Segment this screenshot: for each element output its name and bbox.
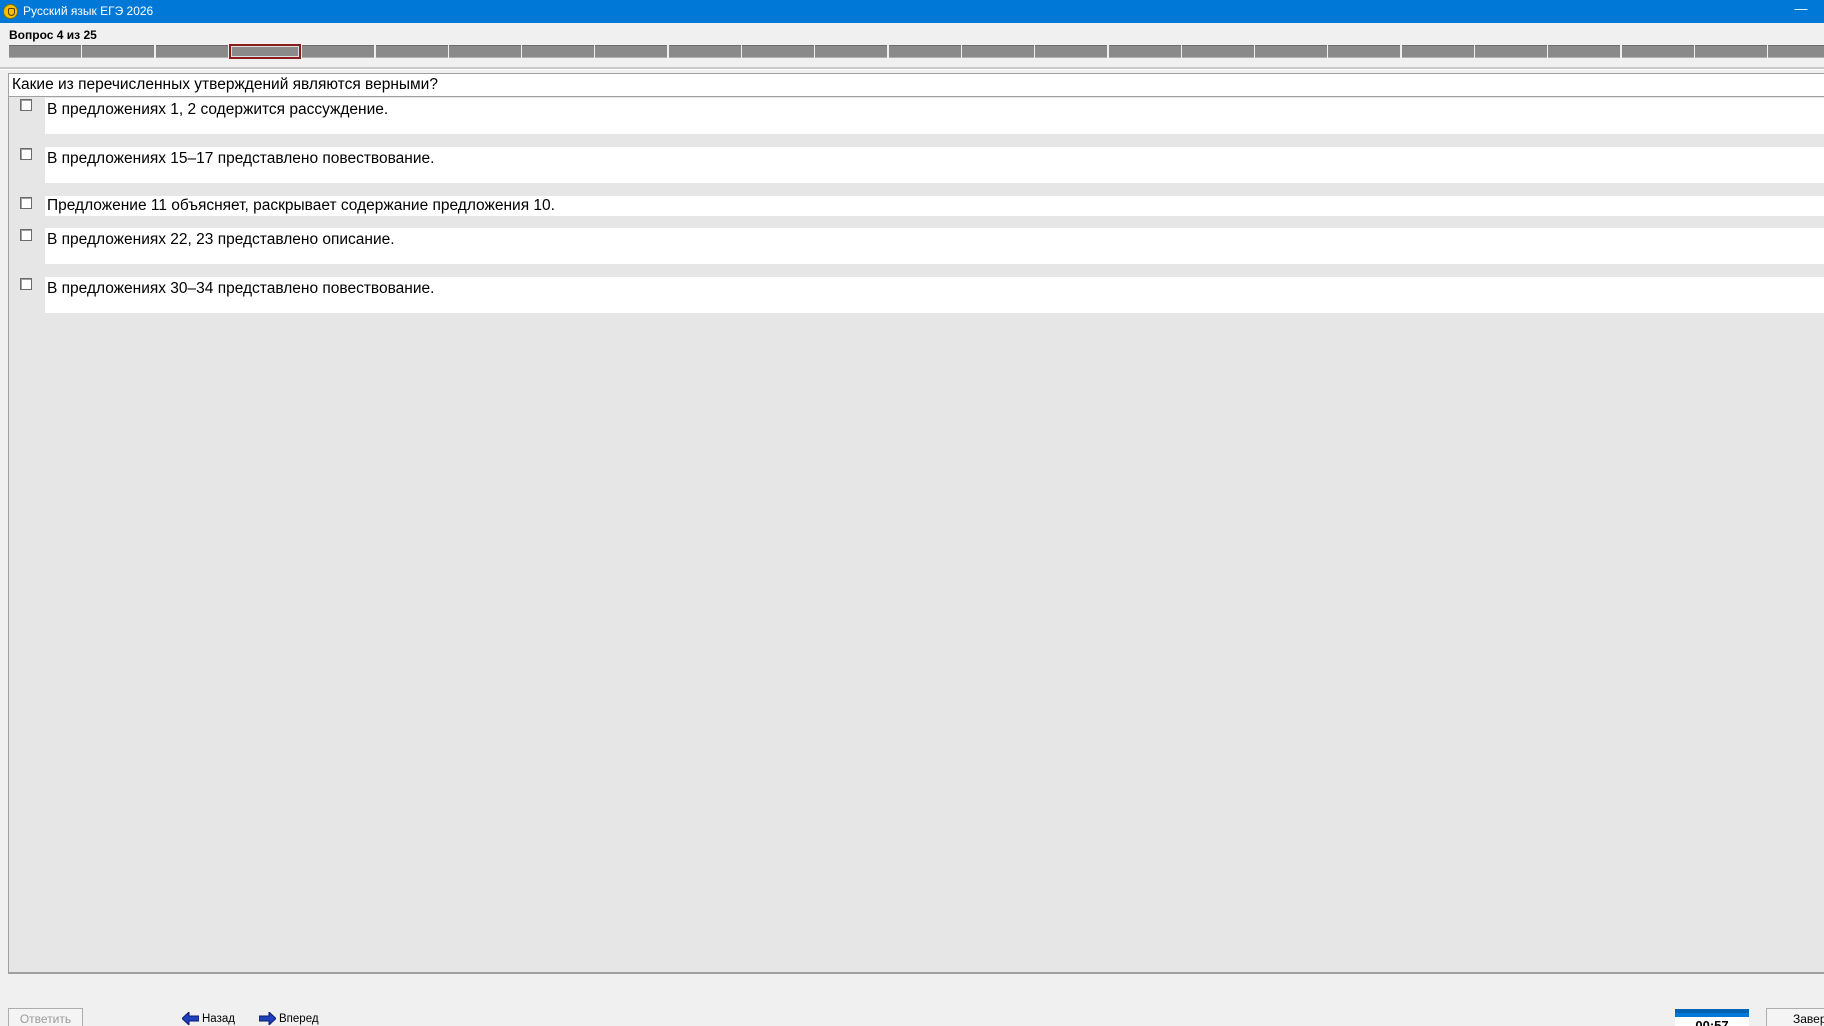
option-item[interactable]: Предложение 11 объясняет, раскрывает сод… bbox=[45, 196, 1824, 216]
forward-button[interactable]: Вперед bbox=[259, 1012, 319, 1026]
question-text: Какие из перечисленных утверждений являю… bbox=[9, 74, 1824, 97]
option-checkbox[interactable] bbox=[20, 99, 32, 111]
back-button[interactable]: Назад bbox=[182, 1012, 235, 1026]
option-item[interactable]: В предложениях 22, 23 представлено описа… bbox=[45, 228, 1824, 264]
question-nav-segment-19[interactable] bbox=[1328, 45, 1401, 58]
question-nav-segment-17[interactable] bbox=[1181, 45, 1254, 58]
question-nav-segment-18[interactable] bbox=[1255, 45, 1328, 58]
question-nav-segment-5[interactable] bbox=[302, 45, 375, 58]
title-bar: Русский язык ЕГЭ 2026 — bbox=[0, 0, 1824, 23]
back-label: Назад bbox=[202, 1013, 235, 1025]
minimize-button[interactable]: — bbox=[1778, 0, 1824, 23]
option-item[interactable]: В предложениях 30–34 представлено повест… bbox=[45, 277, 1824, 313]
option-label: Предложение 11 объясняет, раскрывает сод… bbox=[47, 197, 555, 214]
window-title: Русский язык ЕГЭ 2026 bbox=[23, 4, 154, 18]
forward-label: Вперед bbox=[279, 1013, 319, 1025]
question-nav-segment-23[interactable] bbox=[1621, 45, 1694, 58]
arrow-right-icon bbox=[259, 1012, 276, 1026]
question-nav-segment-13[interactable] bbox=[888, 45, 961, 58]
option-checkbox[interactable] bbox=[20, 278, 32, 290]
option-label: В предложениях 30–34 представлено повест… bbox=[47, 280, 435, 297]
question-nav-segment-21[interactable] bbox=[1475, 45, 1547, 58]
option-label: В предложениях 1, 2 содержится рассужден… bbox=[47, 101, 389, 118]
option-label: В предложениях 22, 23 представлено описа… bbox=[47, 231, 395, 248]
question-nav-segment-2[interactable] bbox=[82, 45, 155, 58]
question-nav-segment-22[interactable] bbox=[1548, 45, 1621, 58]
option-checkbox[interactable] bbox=[20, 148, 32, 160]
bottom-toolbar: Ответить Назад Вперед 00:57 Завершить bbox=[0, 976, 1824, 1026]
question-nav-segment-10[interactable] bbox=[668, 45, 741, 58]
option-checkbox[interactable] bbox=[20, 229, 32, 241]
question-nav-segment-4[interactable] bbox=[228, 44, 301, 59]
arrow-left-icon bbox=[182, 1012, 199, 1026]
option-item[interactable]: В предложениях 1, 2 содержится рассужден… bbox=[45, 98, 1824, 134]
option-checkbox[interactable] bbox=[20, 197, 32, 209]
question-nav-segment-24[interactable] bbox=[1694, 45, 1767, 58]
question-nav-segment-3[interactable] bbox=[155, 45, 228, 58]
question-nav-segment-14[interactable] bbox=[961, 45, 1034, 58]
exam-timer: 00:57 bbox=[1675, 1009, 1749, 1026]
question-nav-segment-1[interactable] bbox=[9, 45, 81, 58]
app-logo-icon bbox=[3, 4, 18, 19]
question-nav-segment-9[interactable] bbox=[595, 45, 668, 58]
question-nav-segment-16[interactable] bbox=[1108, 45, 1181, 58]
timer-text: 00:57 bbox=[1675, 1017, 1749, 1026]
question-nav-segment-15[interactable] bbox=[1035, 45, 1108, 58]
finish-button[interactable]: Завершить bbox=[1766, 1008, 1824, 1026]
question-nav-segment-12[interactable] bbox=[815, 45, 888, 58]
option-item[interactable]: В предложениях 15–17 представлено повест… bbox=[45, 147, 1824, 183]
question-nav-segment-8[interactable] bbox=[522, 45, 595, 58]
divider bbox=[0, 67, 1824, 70]
option-label: В предложениях 15–17 представлено повест… bbox=[47, 150, 435, 167]
question-panel: Какие из перечисленных утверждений являю… bbox=[8, 73, 1824, 974]
question-nav-segment-25[interactable] bbox=[1768, 45, 1824, 58]
question-nav-segment-6[interactable] bbox=[375, 45, 448, 58]
question-nav-segment-11[interactable] bbox=[742, 45, 814, 58]
answer-button[interactable]: Ответить bbox=[8, 1008, 83, 1026]
question-progress-bar bbox=[9, 44, 1824, 59]
question-counter: Вопрос 4 из 25 bbox=[9, 28, 97, 42]
question-nav-segment-7[interactable] bbox=[448, 45, 521, 58]
question-nav-segment-20[interactable] bbox=[1401, 45, 1474, 58]
